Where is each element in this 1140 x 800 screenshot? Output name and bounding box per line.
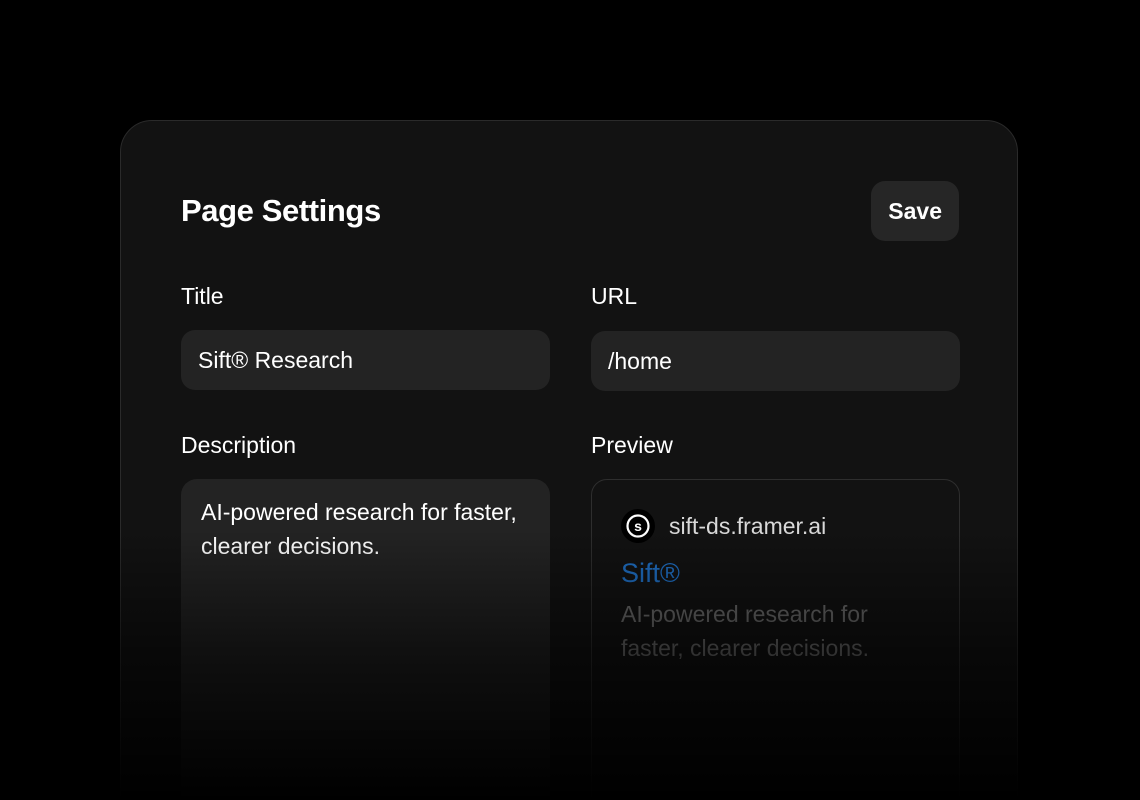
description-field[interactable]: AI-powered research for faster, clearer … — [181, 479, 550, 800]
save-button[interactable]: Save — [871, 181, 959, 241]
panel-header: Page Settings Save — [181, 181, 959, 241]
url-field[interactable]: /home — [591, 331, 960, 391]
search-preview-card: s sift-ds.framer.ai Sift® AI-powered res… — [591, 479, 960, 800]
page-settings-panel: Page Settings Save Title Sift® Research … — [120, 120, 1018, 800]
url-label: URL — [591, 283, 638, 309]
preview-page-description: AI-powered research for faster, clearer … — [621, 601, 870, 661]
preview-site-url: sift-ds.framer.ai — [669, 512, 827, 539]
preview-site-row: s sift-ds.framer.ai — [621, 508, 930, 544]
page-title: Page Settings — [181, 193, 381, 228]
svg-text:s: s — [634, 518, 642, 534]
title-label: Title — [181, 283, 224, 309]
s-circle-logo-icon: s — [621, 509, 655, 543]
preview-label: Preview — [591, 432, 673, 458]
description-label: Description — [181, 432, 297, 458]
title-field[interactable]: Sift® Research — [181, 330, 550, 390]
preview-page-title: Sift® — [621, 558, 680, 588]
stage: Page Settings Save Title Sift® Research … — [0, 0, 1140, 800]
